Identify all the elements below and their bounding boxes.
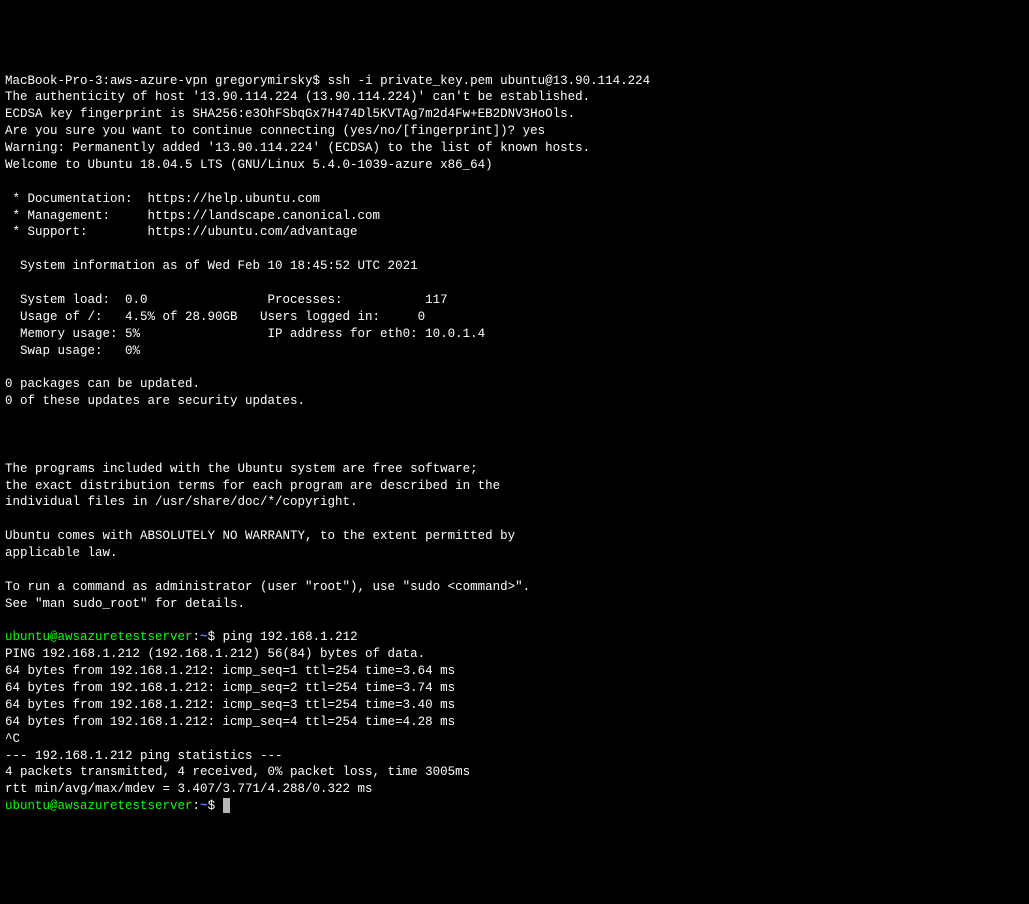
ping-reply: 64 bytes from 192.168.1.212: icmp_seq=1 … [5,664,455,678]
pkg-line: 0 packages can be updated. [5,377,200,391]
prompt-path: ~ [200,799,208,813]
prompt-dollar: $ [208,630,216,644]
sys-load: System load: 0.0 Processes: 117 [5,293,448,307]
ping-reply: 64 bytes from 192.168.1.212: icmp_seq=3 … [5,698,455,712]
ping-stats: 4 packets transmitted, 4 received, 0% pa… [5,765,470,779]
prog-line: individual files in /usr/share/doc/*/cop… [5,495,358,509]
prompt-sep: : [193,630,201,644]
ping-reply: 64 bytes from 192.168.1.212: icmp_seq=4 … [5,715,455,729]
welcome-line: Welcome to Ubuntu 18.04.5 LTS (GNU/Linux… [5,158,493,172]
prompt-user: ubuntu@awsazuretestserver [5,630,193,644]
info-line: * Management: https://landscape.canonica… [5,209,380,223]
auth-line: Are you sure you want to continue connec… [5,124,545,138]
info-line: * Support: https://ubuntu.com/advantage [5,225,358,239]
ping-stats-header: --- 192.168.1.212 ping statistics --- [5,749,283,763]
ping-reply: 64 bytes from 192.168.1.212: icmp_seq=2 … [5,681,455,695]
prog-line: the exact distribution terms for each pr… [5,479,500,493]
sysinfo-line: System information as of Wed Feb 10 18:4… [5,259,418,273]
ctrl-c: ^C [5,732,20,746]
prompt-dollar: $ [208,799,216,813]
prog-line: The programs included with the Ubuntu sy… [5,462,478,476]
info-line: * Documentation: https://help.ubuntu.com [5,192,320,206]
prompt-sep: : [193,799,201,813]
terminal-output[interactable]: MacBook-Pro-3:aws-azure-vpn gregorymirsk… [5,73,1024,816]
warranty-line: Ubuntu comes with ABSOLUTELY NO WARRANTY… [5,529,515,543]
pkg-line: 0 of these updates are security updates. [5,394,305,408]
ssh-command: ssh -i private_key.pem ubuntu@13.90.114.… [320,74,650,88]
auth-line: ECDSA key fingerprint is SHA256:e3OhFSbq… [5,107,575,121]
ping-stats: rtt min/avg/max/mdev = 3.407/3.771/4.288… [5,782,373,796]
ping-command: ping 192.168.1.212 [215,630,358,644]
sys-mem: Memory usage: 5% IP address for eth0: 10… [5,327,485,341]
ping-header: PING 192.168.1.212 (192.168.1.212) 56(84… [5,647,425,661]
sys-usage: Usage of /: 4.5% of 28.90GB Users logged… [5,310,425,324]
warranty-line: applicable law. [5,546,118,560]
sys-swap: Swap usage: 0% [5,344,140,358]
mac-prompt: MacBook-Pro-3:aws-azure-vpn gregorymirsk… [5,74,320,88]
sudo-line: To run a command as administrator (user … [5,580,530,594]
auth-line: Warning: Permanently added '13.90.114.22… [5,141,590,155]
prompt-path: ~ [200,630,208,644]
sudo-line: See "man sudo_root" for details. [5,597,245,611]
prompt-user: ubuntu@awsazuretestserver [5,799,193,813]
auth-line: The authenticity of host '13.90.114.224 … [5,90,590,104]
cursor[interactable] [223,798,231,813]
